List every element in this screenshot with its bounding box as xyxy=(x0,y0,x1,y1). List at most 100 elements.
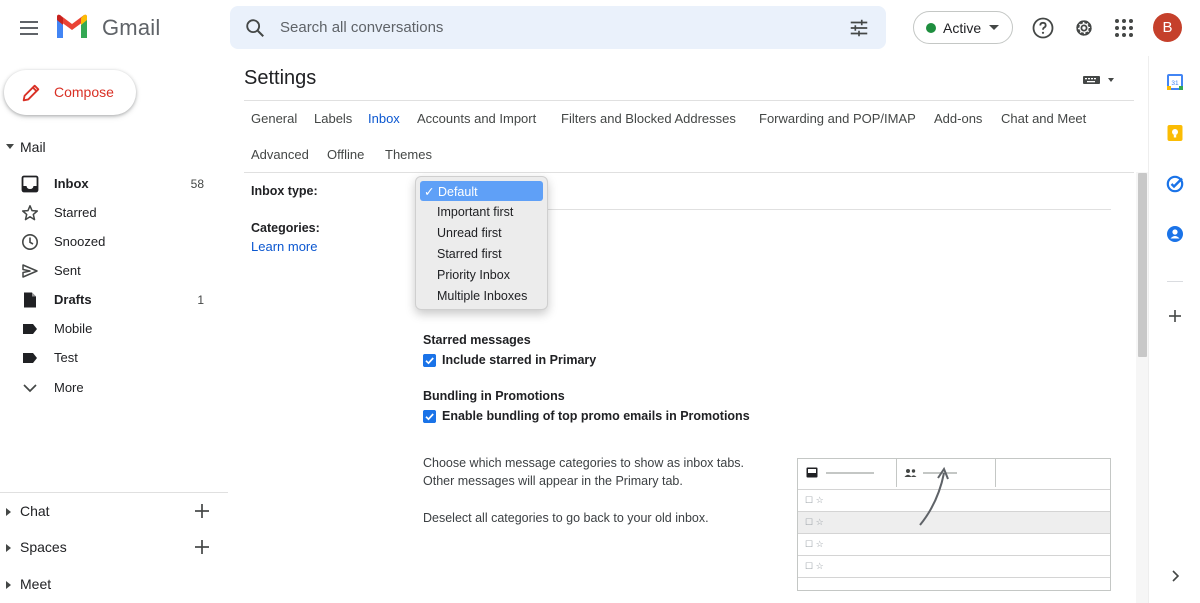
draft-icon xyxy=(24,292,36,308)
inbox-type-option-important-first[interactable]: Important first xyxy=(420,202,543,222)
caret-down-icon xyxy=(989,25,999,30)
sidebar-item-label: Drafts xyxy=(54,292,92,307)
checkbox-star-glyphs: ☐ ☆ xyxy=(805,517,824,527)
inbox-type-label: Inbox type: xyxy=(251,184,318,198)
pencil-icon xyxy=(22,84,40,102)
search-input[interactable] xyxy=(280,6,840,49)
tab-filters-and-blocked-addresses[interactable]: Filters and Blocked Addresses xyxy=(554,105,743,132)
meet-section-toggle[interactable]: Meet xyxy=(0,573,220,597)
title-divider xyxy=(244,100,1134,101)
inbox-type-option-unread-first[interactable]: Unread first xyxy=(420,223,543,243)
new-space-plus-icon[interactable] xyxy=(193,538,211,556)
tab-chat-and-meet[interactable]: Chat and Meet xyxy=(994,105,1093,132)
caret-down-icon xyxy=(6,144,14,149)
tab-general[interactable]: General xyxy=(244,105,304,132)
compose-button[interactable]: Compose xyxy=(4,70,136,115)
include-starred-checkbox[interactable]: Include starred in Primary xyxy=(423,352,823,370)
illustration-row: ☐ ☆ xyxy=(798,533,1110,555)
apps-grid-icon[interactable] xyxy=(1112,16,1136,40)
main-menu-button[interactable] xyxy=(17,16,41,40)
side-panel-divider xyxy=(1167,281,1183,282)
inbox-type-option-starred-first[interactable]: Starred first xyxy=(420,244,543,264)
sidebar-item-label: More xyxy=(54,380,84,395)
tab-inbox[interactable]: Inbox xyxy=(361,105,407,132)
sidebar-divider xyxy=(0,492,228,493)
search-bar xyxy=(230,6,886,49)
send-icon xyxy=(22,264,38,278)
categories-label: Categories: xyxy=(251,221,320,235)
sidebar-item-starred[interactable]: Starred xyxy=(0,199,216,227)
sidebar-item-label: Inbox xyxy=(54,176,89,191)
placeholder-bar xyxy=(826,472,874,474)
gear-icon[interactable] xyxy=(1072,16,1096,40)
tab-forwarding-and-pop-imap[interactable]: Forwarding and POP/IMAP xyxy=(752,105,923,132)
contacts-icon[interactable] xyxy=(1166,225,1184,243)
status-dot-icon xyxy=(926,23,936,33)
categories-description: Deselect all categories to go back to yo… xyxy=(423,511,709,525)
add-icon[interactable] xyxy=(1166,307,1184,325)
inbox-type-option-priority-inbox[interactable]: Priority Inbox xyxy=(420,265,543,285)
learn-more-link[interactable]: Learn more xyxy=(251,239,317,254)
tasks-icon[interactable] xyxy=(1166,175,1184,193)
sidebar-item-mobile[interactable]: Mobile xyxy=(0,315,216,343)
settings-panel: Settings General Labels Inbox Accounts a… xyxy=(230,56,1148,603)
input-tools-keyboard-icon[interactable] xyxy=(1082,73,1116,87)
menu-icon-bar xyxy=(20,27,38,29)
tab-labels[interactable]: Labels xyxy=(307,105,359,132)
side-panel: 31 xyxy=(1148,56,1200,603)
categories-description: Other messages will appear in the Primar… xyxy=(423,474,683,488)
search-options-icon[interactable] xyxy=(848,17,870,39)
settings-tabs-row1: General Labels Inbox Accounts and Import… xyxy=(244,105,1134,135)
inbox-icon xyxy=(806,467,818,478)
tab-offline[interactable]: Offline xyxy=(320,141,371,168)
tab-themes[interactable]: Themes xyxy=(378,141,439,168)
curved-arrow-icon xyxy=(919,466,949,526)
status-label: Active xyxy=(943,20,982,36)
help-icon[interactable] xyxy=(1031,16,1055,40)
sidebar-item-label: Snoozed xyxy=(54,234,106,249)
account-avatar[interactable]: B xyxy=(1153,13,1182,42)
keep-icon[interactable] xyxy=(1166,124,1184,142)
chevron-right-icon[interactable] xyxy=(1166,567,1184,585)
scrollbar-thumb[interactable] xyxy=(1138,173,1147,357)
sidebar-item-snoozed[interactable]: Snoozed xyxy=(0,228,216,256)
search-icon[interactable] xyxy=(244,17,266,39)
checkmark-icon: ✓ xyxy=(424,185,435,199)
spaces-section-toggle[interactable]: Spaces xyxy=(0,536,220,560)
tabs-divider xyxy=(244,172,1134,173)
settings-tabs-row2: Advanced Offline Themes xyxy=(244,141,1134,171)
draft-count: 1 xyxy=(197,293,204,307)
option-label: Default xyxy=(437,185,478,199)
enable-bundling-checkbox[interactable]: Enable bundling of top promo emails in P… xyxy=(423,408,823,426)
checkbox-star-glyphs: ☐ ☆ xyxy=(805,561,824,571)
sidebar-item-sent[interactable]: Sent xyxy=(0,257,216,285)
label-icon xyxy=(23,324,37,334)
sidebar-item-inbox[interactable]: Inbox 58 xyxy=(0,170,216,198)
checkbox-star-glyphs: ☐ ☆ xyxy=(805,539,824,549)
tab-advanced[interactable]: Advanced xyxy=(244,141,316,168)
sidebar-item-test[interactable]: Test xyxy=(0,344,216,372)
compose-label: Compose xyxy=(54,84,114,100)
chat-section-toggle[interactable]: Chat xyxy=(0,500,220,524)
mail-section-toggle[interactable]: Mail xyxy=(0,136,220,160)
label-icon xyxy=(23,353,37,363)
tab-accounts-and-import[interactable]: Accounts and Import xyxy=(410,105,543,132)
inbox-type-option-default[interactable]: ✓ Default xyxy=(420,181,543,201)
inbox-type-option-multiple-inboxes[interactable]: Multiple Inboxes xyxy=(420,286,543,306)
calendar-icon[interactable]: 31 xyxy=(1166,73,1184,91)
caret-right-icon xyxy=(6,581,11,589)
inbox-tabs-illustration: ☐ ☆ ☐ ☆ ☐ ☆ ☐ ☆ xyxy=(797,458,1111,591)
new-chat-plus-icon[interactable] xyxy=(193,502,211,520)
tab-add-ons[interactable]: Add-ons xyxy=(927,105,989,132)
checkbox-star-glyphs: ☐ ☆ xyxy=(805,495,824,505)
checkbox-checked-icon xyxy=(423,410,436,423)
gmail-logo-icon[interactable] xyxy=(55,14,89,40)
status-selector[interactable]: Active xyxy=(913,11,1013,44)
chevron-down-icon xyxy=(23,384,37,393)
spaces-section-label: Spaces xyxy=(20,539,67,555)
checkbox-checked-icon xyxy=(423,354,436,367)
starred-messages-heading: Starred messages xyxy=(423,333,531,347)
sidebar-item-drafts[interactable]: Drafts 1 xyxy=(0,286,216,314)
sidebar-item-more[interactable]: More xyxy=(0,374,216,402)
app-name: Gmail xyxy=(102,15,161,40)
